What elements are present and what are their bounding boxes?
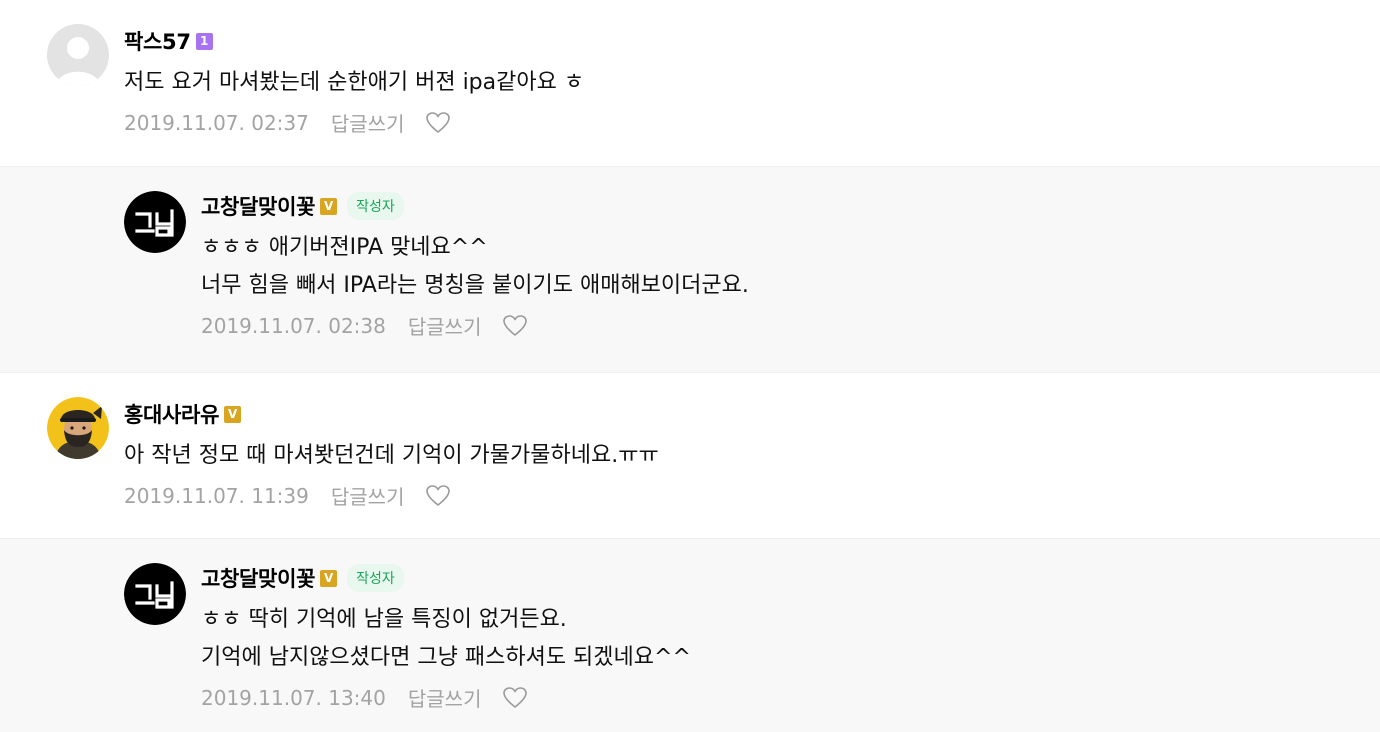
comment-item: 팍스57 1 저도 요거 마셔봤는데 순한애기 버젼 ipa같아요 ㅎ 2019… [0,0,1380,166]
heart-icon[interactable] [426,484,451,507]
reply-item: 고창달맞이꽃 V 작성자 ㅎㅎ 딱히 기억에 남을 특징이 없거든요. 기억에 … [0,538,1380,732]
level-badge: V [320,569,338,587]
comment-text-line: 아 작년 정모 때 마셔봣던건데 기억이 가물가물하네요.ㅠㅠ [124,443,659,468]
logo-avatar[interactable] [124,563,186,625]
comment-text: 아 작년 정모 때 마셔봣던건데 기억이 가물가물하네요.ㅠㅠ [124,437,659,475]
level-badge: 1 [195,32,213,50]
comment-text: ㅎㅎㅎ 애기버젼IPA 맞네요^^ 너무 힘을 빼서 IPA라는 명칭을 붙이기… [201,229,749,305]
author-tag: 작성자 [347,192,404,220]
heart-icon[interactable] [503,686,528,709]
comment-text: ㅎㅎ 딱히 기억에 남을 특징이 없거든요. 기억에 남지않으셨다면 그냥 패스… [201,601,691,677]
logo-avatar[interactable] [124,191,186,253]
author-tag: 작성자 [347,564,404,592]
cartoon-avatar[interactable] [47,397,109,459]
nickname[interactable]: 고창달맞이꽃 [201,191,315,221]
nickname[interactable]: 팍스57 [124,26,191,56]
comment-text-line: 너무 힘을 빼서 IPA라는 명칭을 붙이기도 애매해보이더군요. [201,273,749,298]
comment-item: 홍대사라유 V 아 작년 정모 때 마셔봣던건데 기억이 가물가물하네요.ㅠㅠ … [0,372,1380,538]
comment-text-line: 저도 요거 마셔봤는데 순한애기 버젼 ipa같아요 ㅎ [124,70,585,95]
comment-text: 저도 요거 마셔봤는데 순한애기 버젼 ipa같아요 ㅎ [124,64,584,102]
heart-icon[interactable] [426,111,451,134]
nickname[interactable]: 홍대사라유 [124,399,219,429]
comment-date: 2019.11.07. 13:40 [201,685,386,710]
comment-text-line: 기억에 남지않으셨다면 그냥 패스하셔도 되겠네요^^ [201,645,691,670]
level-badge: V [224,405,242,423]
heart-icon[interactable] [503,314,528,337]
comment-text-line: ㅎㅎㅎ 애기버젼IPA 맞네요^^ [201,235,488,260]
comment-text-line: ㅎㅎ 딱히 기억에 남을 특징이 없거든요. [201,607,567,632]
comment-date: 2019.11.07. 11:39 [124,483,309,508]
reply-item: 고창달맞이꽃 V 작성자 ㅎㅎㅎ 애기버젼IPA 맞네요^^ 너무 힘을 빼서 … [0,166,1380,372]
nickname[interactable]: 고창달맞이꽃 [201,563,315,593]
reply-button[interactable]: 답글쓰기 [408,311,482,340]
default-avatar-icon[interactable] [47,24,109,86]
comment-date: 2019.11.07. 02:38 [201,313,386,338]
comment-date: 2019.11.07. 02:37 [124,110,309,135]
level-badge: V [320,197,338,215]
reply-button[interactable]: 답글쓰기 [331,481,405,510]
reply-button[interactable]: 답글쓰기 [331,108,405,137]
reply-button[interactable]: 답글쓰기 [408,683,482,712]
